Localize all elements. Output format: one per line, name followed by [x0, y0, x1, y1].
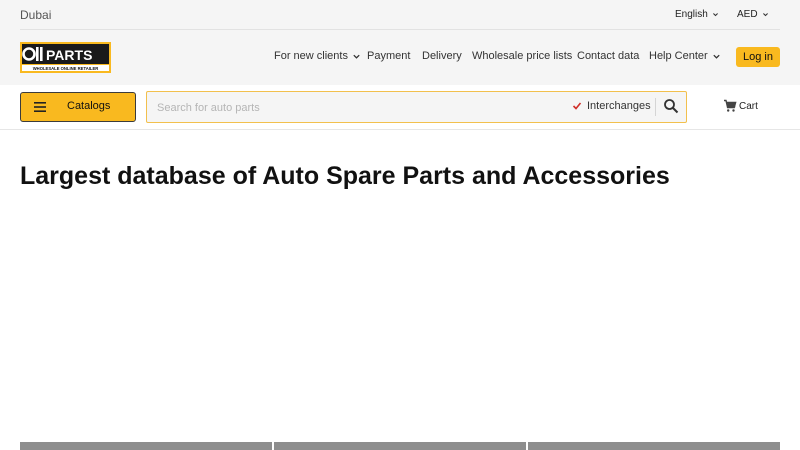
catalogs-button[interactable]: Catalogs — [20, 92, 136, 122]
category-tile[interactable] — [528, 442, 780, 450]
search-box: Interchanges — [146, 91, 687, 123]
chevron-down-icon — [762, 13, 768, 17]
category-tiles — [20, 442, 780, 450]
cart-button[interactable]: Cart — [723, 99, 758, 113]
nav-label: Delivery — [422, 50, 462, 62]
nav-item-wholesale-price-lists[interactable]: Wholesale price lists — [472, 50, 572, 62]
top-bar: Dubai English AED PARTS WHOLESALE ONLINE… — [0, 0, 800, 85]
divider — [20, 29, 780, 30]
page-title: Largest database of Auto Spare Parts and… — [20, 162, 670, 190]
cart-label: Cart — [739, 100, 758, 112]
allparts-logo[interactable]: PARTS WHOLESALE ONLINE RETAILER — [20, 42, 111, 73]
login-label: Log in — [743, 51, 773, 63]
catalogs-label: Catalogs — [67, 100, 111, 112]
chevron-down-icon — [712, 13, 718, 17]
search-icon[interactable] — [663, 98, 679, 114]
nav-item-payment[interactable]: Payment — [367, 50, 410, 62]
city-label: Dubai — [20, 8, 52, 22]
nav-label: Payment — [367, 50, 411, 62]
search-bar-row: Catalogs Interchanges Cart — [0, 85, 800, 130]
checkmark-icon — [572, 102, 582, 110]
interchanges-label: Interchanges — [587, 100, 651, 112]
category-tile[interactable] — [274, 442, 526, 450]
nav-label: Help Center — [649, 50, 708, 62]
nav-label: Wholesale price lists — [472, 50, 573, 62]
login-button[interactable]: Log in — [736, 47, 780, 67]
interchanges-checkbox[interactable]: Interchanges — [572, 100, 651, 112]
svg-text:PARTS: PARTS — [46, 47, 92, 63]
language-selector[interactable]: English — [675, 9, 719, 20]
category-tile[interactable] — [20, 442, 272, 450]
divider — [655, 98, 656, 116]
nav-label: For new clients — [274, 50, 348, 62]
nav-item-for-new-clients[interactable]: For new clients — [274, 50, 361, 62]
language-label: English — [675, 9, 708, 20]
search-input[interactable] — [155, 98, 559, 118]
nav-item-contact-data[interactable]: Contact data — [577, 50, 639, 62]
currency-selector[interactable]: AED — [737, 9, 769, 20]
city-selector[interactable]: Dubai — [20, 8, 51, 22]
chevron-down-icon — [713, 54, 720, 59]
menu-icon — [34, 102, 46, 112]
currency-label: AED — [737, 9, 758, 20]
cart-icon — [724, 99, 737, 112]
nav-label: Contact data — [577, 50, 640, 62]
nav-item-help-center[interactable]: Help Center — [649, 50, 721, 62]
svg-text:WHOLESALE ONLINE RETAILER: WHOLESALE ONLINE RETAILER — [33, 66, 99, 71]
nav-item-delivery[interactable]: Delivery — [422, 50, 462, 62]
chevron-down-icon — [353, 54, 360, 59]
